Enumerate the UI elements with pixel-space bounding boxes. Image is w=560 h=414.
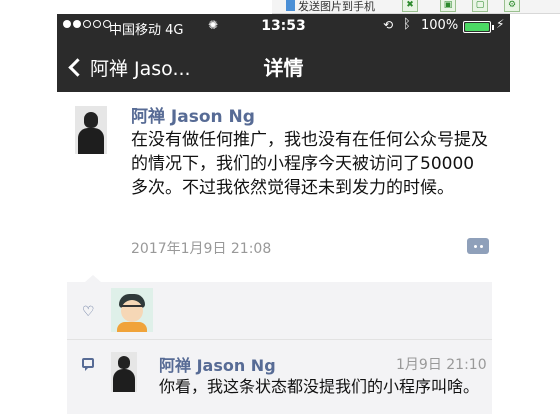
likes-row: ♡ <box>67 282 492 340</box>
rotation-lock-icon: ⟲ <box>383 18 394 32</box>
editor-toolbar: 发送图片到手机 ✖ ▣ ▢ ⚙ <box>272 0 560 14</box>
bluetooth-icon: ᛒ <box>403 17 411 32</box>
phone-screen: 中国移动 4G ✺ 13:53 ⟲ ᛒ 100% ⚡ 阿禅 Jaso... 详情… <box>57 14 510 414</box>
screenshot-page: 发送图片到手机 ✖ ▣ ▢ ⚙ 中国移动 4G ✺ 13:53 ⟲ ᛒ 100%… <box>0 0 560 414</box>
document-icon <box>286 0 295 11</box>
more-button[interactable] <box>467 238 489 254</box>
moment-post: 阿禅 Jason Ng 在没有做任何推广，我也没有在任何公众号提及的情况下，我们… <box>57 92 510 288</box>
feedback-section: ♡ 阿禅 Jason Ng 1月9日 21:10 你看，我这条状态都没提我们的小… <box>67 275 492 414</box>
charging-icon: ⚡ <box>496 17 505 31</box>
comment-time: 1月9日 21:10 <box>396 357 487 373</box>
comment-icon <box>82 358 94 371</box>
window-tool-button[interactable]: ▢ <box>472 0 488 12</box>
post-author[interactable]: 阿禅 Jason Ng <box>131 102 255 127</box>
status-bar: 中国移动 4G ✺ 13:53 ⟲ ᛒ 100% ⚡ <box>57 14 510 40</box>
heart-icon: ♡ <box>82 304 95 320</box>
screen-tool-button[interactable]: ▣ <box>440 0 456 12</box>
battery-percent: 100% <box>421 18 459 33</box>
close-tool-button[interactable]: ✖ <box>402 0 418 12</box>
navigation-bar: 阿禅 Jaso... 详情 <box>57 40 510 92</box>
send-to-phone-label: 发送图片到手机 <box>298 0 375 13</box>
comment-text: 你看，我这条状态都没提我们的小程序叫啥。 <box>159 377 480 396</box>
battery-icon <box>463 21 494 33</box>
send-to-phone-link[interactable]: 发送图片到手机 <box>286 0 406 14</box>
commenter-avatar[interactable] <box>111 352 137 392</box>
author-avatar[interactable] <box>75 106 107 154</box>
post-content: 在没有做任何推广，我也没有在任何公众号提及的情况下，我们的小程序今天被访问了50… <box>131 130 488 198</box>
comment-author[interactable]: 阿禅 Jason Ng <box>159 352 276 376</box>
post-timestamp: 2017年1月9日 21:08 <box>131 241 272 257</box>
settings-tool-button[interactable]: ⚙ <box>504 0 520 12</box>
liker-avatar[interactable] <box>111 288 153 332</box>
page-title: 详情 <box>263 56 304 80</box>
